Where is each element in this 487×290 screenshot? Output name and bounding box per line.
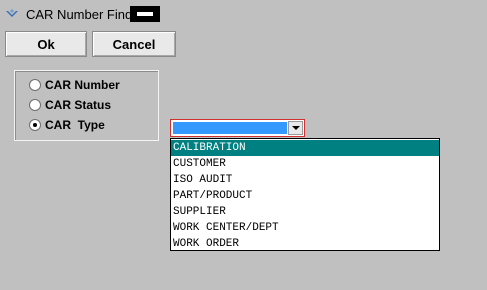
radio-label: CAR Status xyxy=(45,98,112,112)
cancel-button[interactable]: Cancel xyxy=(92,31,176,57)
title-bar: CAR Number Find xyxy=(0,0,487,28)
radio-label: CAR Type xyxy=(45,118,105,132)
title-indicator xyxy=(130,6,160,22)
dropdown-option[interactable]: PART/PRODUCT xyxy=(171,188,439,204)
dropdown-option[interactable]: CALIBRATION xyxy=(171,140,439,156)
radio-car-type[interactable]: CAR Type xyxy=(29,117,105,133)
minimize-bar-icon xyxy=(137,12,153,16)
radio-car-status[interactable]: CAR Status xyxy=(29,97,111,113)
car-type-dropdown-list: CALIBRATION CUSTOMER ISO AUDIT PART/PROD… xyxy=(170,138,440,251)
car-type-combobox[interactable] xyxy=(170,119,305,137)
dropdown-option[interactable]: SUPPLIER xyxy=(171,204,439,220)
radio-button-icon[interactable] xyxy=(29,99,41,111)
dropdown-option[interactable]: WORK ORDER xyxy=(171,236,439,252)
app-icon xyxy=(5,8,19,20)
radio-label: CAR Number xyxy=(45,78,120,92)
radio-car-number[interactable]: CAR Number xyxy=(29,77,120,93)
chevron-down-icon[interactable] xyxy=(288,121,303,135)
ok-button[interactable]: Ok xyxy=(5,31,87,57)
radio-button-icon[interactable] xyxy=(29,79,41,91)
search-by-group: CAR Number CAR Status CAR Type xyxy=(14,70,159,141)
dropdown-option[interactable]: CUSTOMER xyxy=(171,156,439,172)
radio-button-icon[interactable] xyxy=(29,119,41,131)
combobox-value[interactable] xyxy=(173,122,287,134)
dropdown-option[interactable]: WORK CENTER/DEPT xyxy=(171,220,439,236)
dropdown-option[interactable]: ISO AUDIT xyxy=(171,172,439,188)
window-title: CAR Number Find xyxy=(26,7,133,22)
